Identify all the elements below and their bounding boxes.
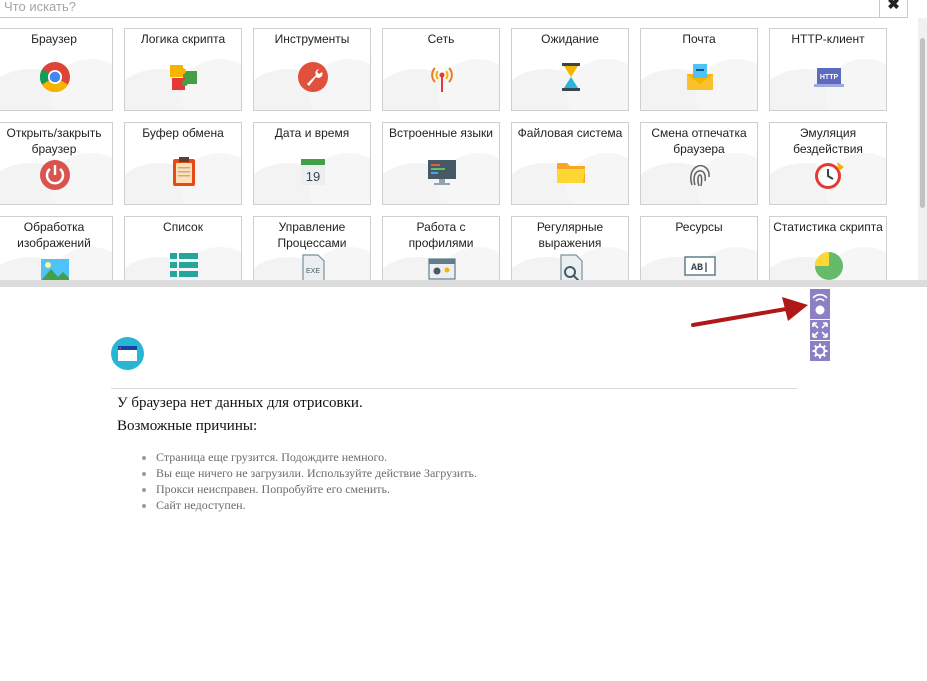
svg-text:HTTP: HTTP xyxy=(820,74,839,81)
tile-label: Встроенные языки xyxy=(389,126,493,140)
tile-builtin-languages[interactable]: Встроенные языки xyxy=(382,122,500,205)
regex-file-icon xyxy=(560,254,583,280)
list-icon xyxy=(170,253,198,277)
folder-icon xyxy=(557,163,585,183)
tile-process-management[interactable]: Управление Процессами EXE xyxy=(253,216,371,280)
tile-date-time[interactable]: Дата и время 19 xyxy=(253,122,371,205)
svg-text:AB|: AB| xyxy=(691,262,709,274)
hourglass-icon xyxy=(562,63,580,91)
tile-label: Управление Процессами xyxy=(277,220,347,250)
mail-icon xyxy=(687,64,713,90)
tile-label: Список xyxy=(163,220,203,234)
fit-screen-button[interactable] xyxy=(810,320,830,340)
tile-label: Открыть/закрыть браузер xyxy=(6,126,102,156)
tile-label: Ожидание xyxy=(541,32,599,46)
tile-http-client[interactable]: HTTP-клиент HTTP xyxy=(769,28,887,111)
tile-label: Буфер обмена xyxy=(142,126,224,140)
pie-chart-icon xyxy=(815,252,843,280)
tile-label: Статистика скрипта xyxy=(773,220,883,234)
tile-network[interactable]: Сеть xyxy=(382,28,500,111)
palette-scrollbar[interactable] xyxy=(918,18,927,280)
code-monitor-icon xyxy=(428,160,456,185)
search-clear-button[interactable]: ✖ xyxy=(879,0,908,18)
reasons-list: Страница еще грузится. Подождите немного… xyxy=(156,449,477,513)
tile-label: Почта xyxy=(682,32,716,46)
reasons-title: Возможные причины: xyxy=(117,418,258,434)
fingerprint-icon xyxy=(690,164,710,187)
exe-file-icon: EXE xyxy=(302,254,325,280)
reason-item: Прокси неисправен. Попробуйте его сменит… xyxy=(156,481,477,497)
alarm-clock-icon xyxy=(815,162,844,189)
action-palette: ✖ Браузер Логика скрипта xyxy=(0,0,927,280)
resource-ab-icon: AB| xyxy=(684,256,716,276)
antenna-icon xyxy=(431,67,453,92)
tile-script-statistics[interactable]: Статистика скрипта xyxy=(769,216,887,280)
settings-button[interactable] xyxy=(810,341,830,361)
puzzle-icon xyxy=(170,65,197,90)
tile-clipboard[interactable]: Буфер обмена xyxy=(124,122,242,205)
http-laptop-icon: HTTP xyxy=(814,68,844,87)
tile-label: Работа с профилями xyxy=(408,220,474,250)
tile-label: Смена отпечатка браузера xyxy=(651,126,747,156)
tile-idle-emulation[interactable]: Эмуляция бездействия xyxy=(769,122,887,205)
tile-label: Эмуляция бездействия xyxy=(793,126,863,156)
tile-profiles[interactable]: Работа с профилями xyxy=(382,216,500,280)
red-arrow-annotation xyxy=(691,297,808,327)
calendar-icon: 19 xyxy=(301,159,325,185)
no-data-title: У браузера нет данных для отрисовки. xyxy=(117,395,363,411)
palette-scroll-thumb[interactable] xyxy=(920,38,925,208)
tile-label: Логика скрипта xyxy=(140,32,226,46)
tile-script-logic[interactable]: Логика скрипта xyxy=(124,28,242,111)
browser-side-toolbar xyxy=(810,289,830,362)
tile-open-close-browser[interactable]: Открыть/закрыть браузер xyxy=(0,122,113,205)
tile-label: Обработка изображений xyxy=(17,220,91,250)
app-root: ✖ Браузер Логика скрипта xyxy=(0,0,927,681)
tile-mail[interactable]: Почта xyxy=(640,28,758,111)
tile-regex[interactable]: Регулярные выражения xyxy=(511,216,629,280)
tile-browser[interactable]: Браузер xyxy=(0,28,113,111)
tile-list[interactable]: Список xyxy=(124,216,242,280)
search-input[interactable] xyxy=(0,0,880,18)
tile-label: Сеть xyxy=(427,32,455,46)
svg-text:19: 19 xyxy=(306,169,320,184)
browser-window-icon xyxy=(111,337,144,370)
power-icon xyxy=(40,160,70,190)
clipboard-icon xyxy=(173,157,195,186)
tile-label: Дата и время xyxy=(274,126,350,140)
tile-label: Файловая система xyxy=(517,126,623,140)
wrench-icon xyxy=(298,62,328,92)
fit-screen-icon xyxy=(812,322,828,338)
image-icon xyxy=(41,259,69,280)
tile-label: Браузер xyxy=(31,32,77,46)
tile-waiting[interactable]: Ожидание xyxy=(511,28,629,111)
gear-icon xyxy=(812,343,828,359)
tile-tools[interactable]: Инструменты xyxy=(253,28,371,111)
tile-label: Ресурсы xyxy=(675,220,723,234)
reason-item: Сайт недоступен. xyxy=(156,497,477,513)
tile-label: HTTP-клиент xyxy=(791,32,865,46)
reason-item: Вы еще ничего не загрузили. Используйте … xyxy=(156,465,477,481)
tile-fingerprint-change[interactable]: Смена отпечатка браузера xyxy=(640,122,758,205)
close-icon: ✖ xyxy=(887,0,900,13)
tile-label: Инструменты xyxy=(274,32,350,46)
browser-divider xyxy=(111,388,797,389)
signal-record-icon xyxy=(812,293,828,315)
svg-text:EXE: EXE xyxy=(306,268,320,275)
tile-file-system[interactable]: Файловая система xyxy=(511,122,629,205)
panel-splitter[interactable] xyxy=(0,280,927,287)
tile-resources[interactable]: Ресурсы AB| xyxy=(640,216,758,280)
tile-image-processing[interactable]: Обработка изображений xyxy=(0,216,113,280)
record-toggle-button[interactable] xyxy=(810,289,830,319)
tile-label: Регулярные выражения xyxy=(536,220,604,250)
reason-item: Страница еще грузится. Подождите немного… xyxy=(156,449,477,465)
profile-icon xyxy=(428,258,456,280)
search-row: ✖ xyxy=(0,0,912,18)
browser-view: У браузера нет данных для отрисовки. Воз… xyxy=(0,287,927,681)
chrome-icon xyxy=(39,62,70,93)
